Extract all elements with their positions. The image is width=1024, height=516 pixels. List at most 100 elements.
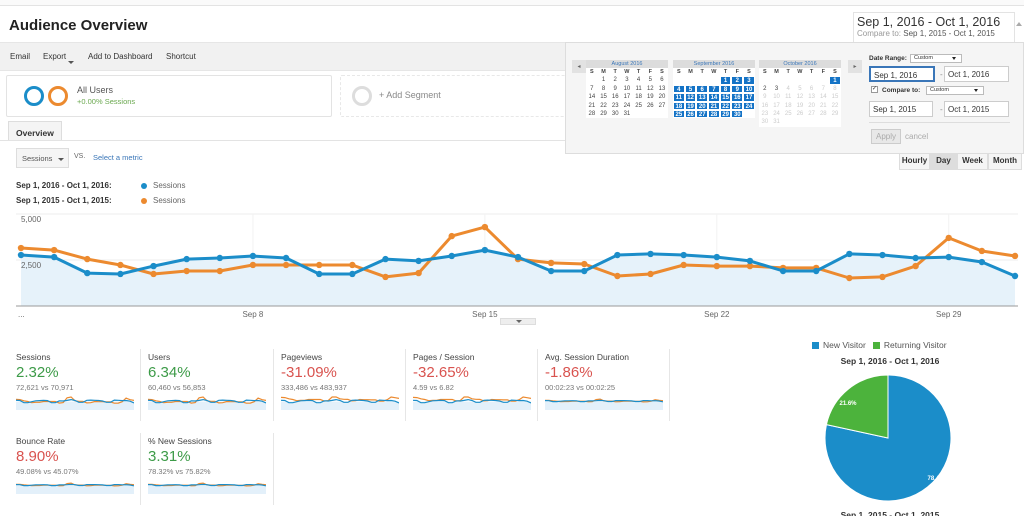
calendar-day[interactable]: 30 <box>759 118 771 126</box>
calendar-day[interactable]: 8 <box>598 85 610 93</box>
calendar-day[interactable]: 24 <box>743 101 755 110</box>
segment-all-users[interactable]: All Users +0.00% Sessions <box>6 75 332 117</box>
calendar-day[interactable]: 22 <box>719 101 732 110</box>
calendar-day[interactable]: 11 <box>782 93 794 101</box>
calendar-day[interactable]: 2 <box>609 76 621 84</box>
calendar-day[interactable]: 13 <box>806 93 818 101</box>
metric-card[interactable]: Avg. Session Duration -1.86% 00:02:23 vs 0… <box>545 352 675 428</box>
metric-card[interactable]: Pageviews -31.09% 333,486 vs 483,937 <box>281 352 411 428</box>
calendar-day[interactable]: 6 <box>806 85 818 93</box>
calendar-day[interactable]: 6 <box>656 76 668 84</box>
calendar-day[interactable]: 29 <box>598 110 610 118</box>
calendar-day[interactable]: 10 <box>621 85 633 93</box>
calendar-day[interactable]: 11 <box>673 93 685 102</box>
calendar-day[interactable]: 28 <box>708 109 720 119</box>
email-button[interactable]: Email <box>10 52 30 61</box>
calendar-day[interactable]: 19 <box>684 101 697 110</box>
calendar-day[interactable]: 17 <box>743 93 755 102</box>
calendar-day[interactable]: 14 <box>817 93 829 101</box>
calendar-day[interactable]: 13 <box>696 93 709 102</box>
calendar-day[interactable]: 2 <box>731 76 744 85</box>
metric-card[interactable]: % New Sessions 3.31% 78.32% vs 75.82% <box>148 436 278 512</box>
calendar-day[interactable]: 5 <box>644 76 656 84</box>
calendar-day[interactable]: 23 <box>759 110 771 118</box>
calendar-day[interactable]: 7 <box>708 84 720 94</box>
apply-button[interactable]: Apply <box>871 129 901 144</box>
calendar-next-button[interactable]: ▸ <box>848 60 862 73</box>
calendar-day[interactable]: 22 <box>829 102 841 110</box>
calendar-day[interactable]: 10 <box>743 84 755 94</box>
metric-card[interactable]: Sessions 2.32% 72,621 vs 70,971 <box>16 352 146 428</box>
end-date-input[interactable]: Oct 1, 2016 <box>944 66 1009 82</box>
calendar-day[interactable]: 30 <box>609 110 621 118</box>
calendar-day[interactable]: 14 <box>586 93 598 101</box>
calendar-day[interactable]: 27 <box>806 110 818 118</box>
calendar-day[interactable]: 20 <box>656 93 668 101</box>
calendar-day[interactable]: 15 <box>598 93 610 101</box>
select-metric-link[interactable]: Select a metric <box>93 153 143 162</box>
calendar-day[interactable]: 27 <box>656 102 668 110</box>
calendar-day[interactable]: 14 <box>708 93 720 102</box>
calendar-day[interactable]: 26 <box>644 102 656 110</box>
calendar-day[interactable]: 12 <box>794 93 806 101</box>
calendar-day[interactable]: 7 <box>586 85 598 93</box>
calendar-day[interactable]: 3 <box>621 76 633 84</box>
calendar-day[interactable]: 24 <box>621 102 633 110</box>
calendar-day[interactable]: 16 <box>609 93 621 101</box>
calendar-day[interactable]: 21 <box>708 101 720 110</box>
collapse-picker-icon[interactable] <box>1016 22 1022 26</box>
date-range-selector[interactable]: Sep 1, 2016 - Oct 1, 2016 Compare to: Se… <box>853 12 1015 44</box>
cancel-link[interactable]: cancel <box>905 132 928 141</box>
calendar-day[interactable]: 10 <box>771 93 783 101</box>
calendar-day[interactable]: 17 <box>621 93 633 101</box>
calendar-day[interactable]: 9 <box>609 85 621 93</box>
metric-card[interactable]: Users 6.34% 60,460 vs 56,853 <box>148 352 278 428</box>
calendar-day[interactable]: 17 <box>771 102 783 110</box>
calendar-day[interactable]: 31 <box>771 118 783 126</box>
calendar-day[interactable]: 4 <box>633 76 645 84</box>
calendar-day[interactable]: 29 <box>719 109 732 119</box>
compare-start-input[interactable]: Sep 1, 2015 <box>869 101 933 117</box>
calendar-day[interactable]: 25 <box>673 109 685 119</box>
calendar-day[interactable]: 28 <box>817 110 829 118</box>
calendar-day[interactable]: 16 <box>759 102 771 110</box>
metric-card[interactable]: Pages / Session -32.65% 4.59 vs 6.82 <box>413 352 543 428</box>
calendar-day[interactable]: 1 <box>829 76 841 85</box>
calendar-day[interactable]: 18 <box>633 93 645 101</box>
calendar-day[interactable]: 7 <box>817 85 829 93</box>
calendar-day[interactable]: 29 <box>829 110 841 118</box>
chart-resize-handle[interactable] <box>500 318 536 325</box>
start-date-input[interactable]: Sep 1, 2016 <box>869 66 935 82</box>
calendar-day[interactable]: 12 <box>684 93 697 102</box>
calendar-day[interactable]: 23 <box>609 102 621 110</box>
calendar-day[interactable]: 1 <box>598 76 610 84</box>
calendar-day[interactable]: 28 <box>586 110 598 118</box>
calendar-day[interactable]: 18 <box>782 102 794 110</box>
metric-dropdown[interactable]: Sessions <box>16 148 69 168</box>
calendar-day[interactable]: 26 <box>794 110 806 118</box>
calendar-day[interactable]: 27 <box>696 109 709 119</box>
date-range-mode-select[interactable]: Custom <box>910 54 962 63</box>
calendar-day[interactable]: 18 <box>673 101 685 110</box>
calendar-day[interactable]: 20 <box>696 101 709 110</box>
calendar-day[interactable]: 5 <box>794 85 806 93</box>
calendar-day[interactable]: 25 <box>633 102 645 110</box>
calendar-day[interactable]: 13 <box>656 85 668 93</box>
add-segment-button[interactable]: + Add Segment <box>340 75 570 117</box>
calendar-day[interactable]: 12 <box>644 85 656 93</box>
calendar-day[interactable]: 1 <box>719 76 732 85</box>
compare-end-input[interactable]: Oct 1, 2015 <box>944 101 1009 117</box>
calendar-day[interactable]: 2 <box>759 85 771 93</box>
calendar-day[interactable]: 15 <box>719 93 732 102</box>
calendar-day[interactable]: 19 <box>644 93 656 101</box>
calendar-day[interactable]: 9 <box>731 84 744 94</box>
calendar-day[interactable]: 11 <box>633 85 645 93</box>
calendar-day[interactable]: 21 <box>586 102 598 110</box>
calendar-day[interactable]: 8 <box>829 85 841 93</box>
calendar-day[interactable]: 21 <box>817 102 829 110</box>
add-to-dashboard-button[interactable]: Add to Dashboard <box>88 52 153 61</box>
calendar-day[interactable]: 3 <box>743 76 755 85</box>
metric-card[interactable]: Bounce Rate 8.90% 49.08% vs 45.07% <box>16 436 146 512</box>
tab-overview[interactable]: Overview <box>8 121 62 141</box>
calendar-day[interactable]: 23 <box>731 101 744 110</box>
